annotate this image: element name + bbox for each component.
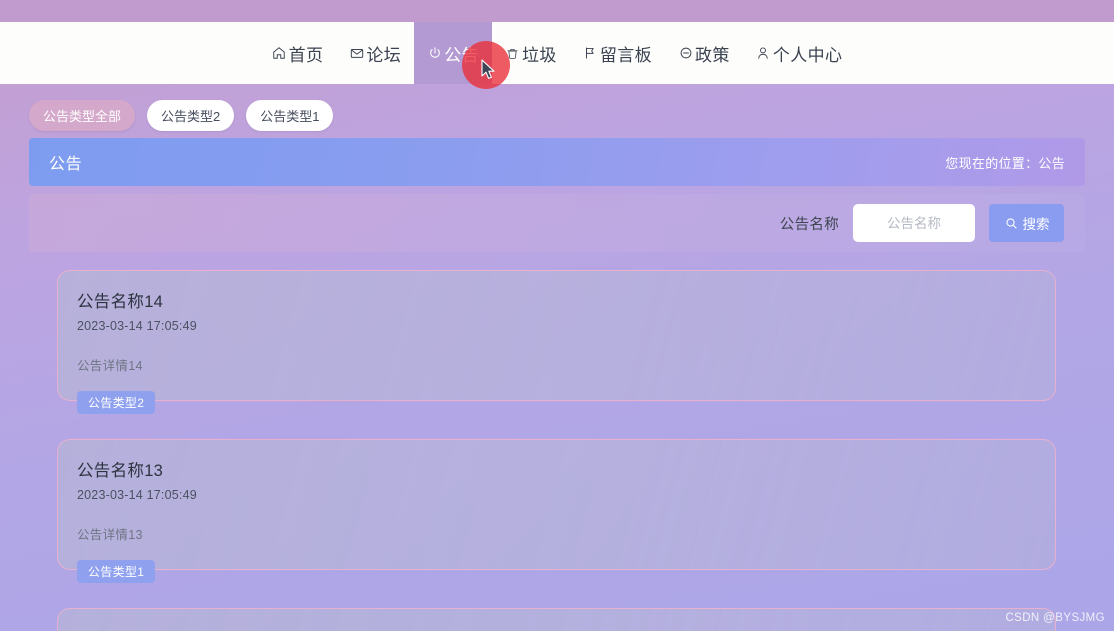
main-navigation-bar: 首页 论坛 公告 垃圾 留言板 政策 个人中心	[0, 22, 1114, 84]
announcement-description: 公告详情13	[77, 528, 143, 542]
chip-type-all[interactable]: 公告类型全部	[29, 100, 136, 131]
announcement-type-filter-row: 公告类型全部 公告类型2 公告类型1	[29, 100, 334, 131]
user-icon	[756, 46, 771, 61]
announcement-date: 2023-03-14 17:05:49	[77, 488, 197, 502]
search-field-label: 公告名称	[779, 216, 839, 233]
announcement-type-badge: 公告类型1	[77, 560, 156, 583]
watermark: CSDN @BYSJMG	[1005, 612, 1105, 624]
top-decorative-strip	[0, 0, 1114, 22]
nav-item-home-label: 首页	[288, 45, 324, 65]
chip-type-all-label: 公告类型全部	[43, 109, 122, 124]
page-title-band: 公告 您现在的位置：公告	[29, 138, 1085, 186]
nav-item-trash-label: 垃圾	[522, 45, 557, 65]
flag-icon	[583, 46, 598, 61]
nav-item-forum[interactable]: 论坛	[336, 22, 414, 84]
power-icon	[427, 46, 442, 61]
nav-item-usercenter[interactable]: 个人中心	[743, 22, 856, 84]
breadcrumb: 您现在的位置：公告	[945, 155, 1065, 171]
nav-item-announcement[interactable]: 公告	[414, 22, 492, 84]
nav-item-announcement-label: 公告	[444, 45, 479, 65]
nav-item-policy-label: 政策	[695, 45, 730, 65]
chip-type-1-label: 公告类型1	[260, 109, 320, 124]
home-icon	[272, 46, 287, 61]
nav-items-container: 首页 论坛 公告 垃圾 留言板 政策 个人中心	[259, 22, 856, 84]
search-icon	[1004, 216, 1019, 231]
announcement-card[interactable]: 公告名称13 2023-03-14 17:05:49 公告详情13 公告类型1	[57, 439, 1056, 583]
chip-type-2-label: 公告类型2	[161, 109, 221, 124]
search-button[interactable]: 搜索	[989, 204, 1064, 242]
minus-circle-icon	[678, 46, 693, 61]
announcement-card[interactable]: 公告名称12 2023-03-14 17:05:49 公告详情12 公告类型2	[57, 608, 1056, 631]
chip-type-2[interactable]: 公告类型2	[147, 100, 235, 131]
announcement-type-badge: 公告类型2	[77, 391, 156, 414]
nav-item-usercenter-label: 个人中心	[772, 45, 843, 65]
nav-item-forum-label: 论坛	[366, 45, 402, 65]
nav-item-trash[interactable]: 垃圾	[492, 22, 570, 84]
announcement-title: 公告名称12	[77, 626, 1036, 631]
announcement-title: 公告名称14	[77, 293, 164, 311]
announcement-description: 公告详情14	[77, 359, 143, 373]
search-input[interactable]	[853, 204, 975, 242]
search-button-label: 搜索	[1022, 217, 1050, 232]
announcement-card[interactable]: 公告名称14 2023-03-14 17:05:49 公告详情14 公告类型2	[57, 270, 1056, 414]
mail-icon	[349, 46, 364, 61]
page-title: 公告	[49, 156, 83, 173]
announcement-title: 公告名称13	[77, 462, 164, 480]
trash-icon	[505, 46, 520, 61]
search-band: 公告名称 搜索	[29, 194, 1085, 252]
announcement-date: 2023-03-14 17:05:49	[77, 319, 197, 333]
nav-item-messageboard[interactable]: 留言板	[570, 22, 665, 84]
nav-item-messageboard-label: 留言板	[599, 45, 653, 65]
announcement-list: 公告名称14 2023-03-14 17:05:49 公告详情14 公告类型2 …	[57, 270, 1056, 631]
nav-item-home[interactable]: 首页	[259, 22, 337, 84]
nav-item-policy[interactable]: 政策	[665, 22, 743, 84]
chip-type-1[interactable]: 公告类型1	[246, 100, 334, 131]
